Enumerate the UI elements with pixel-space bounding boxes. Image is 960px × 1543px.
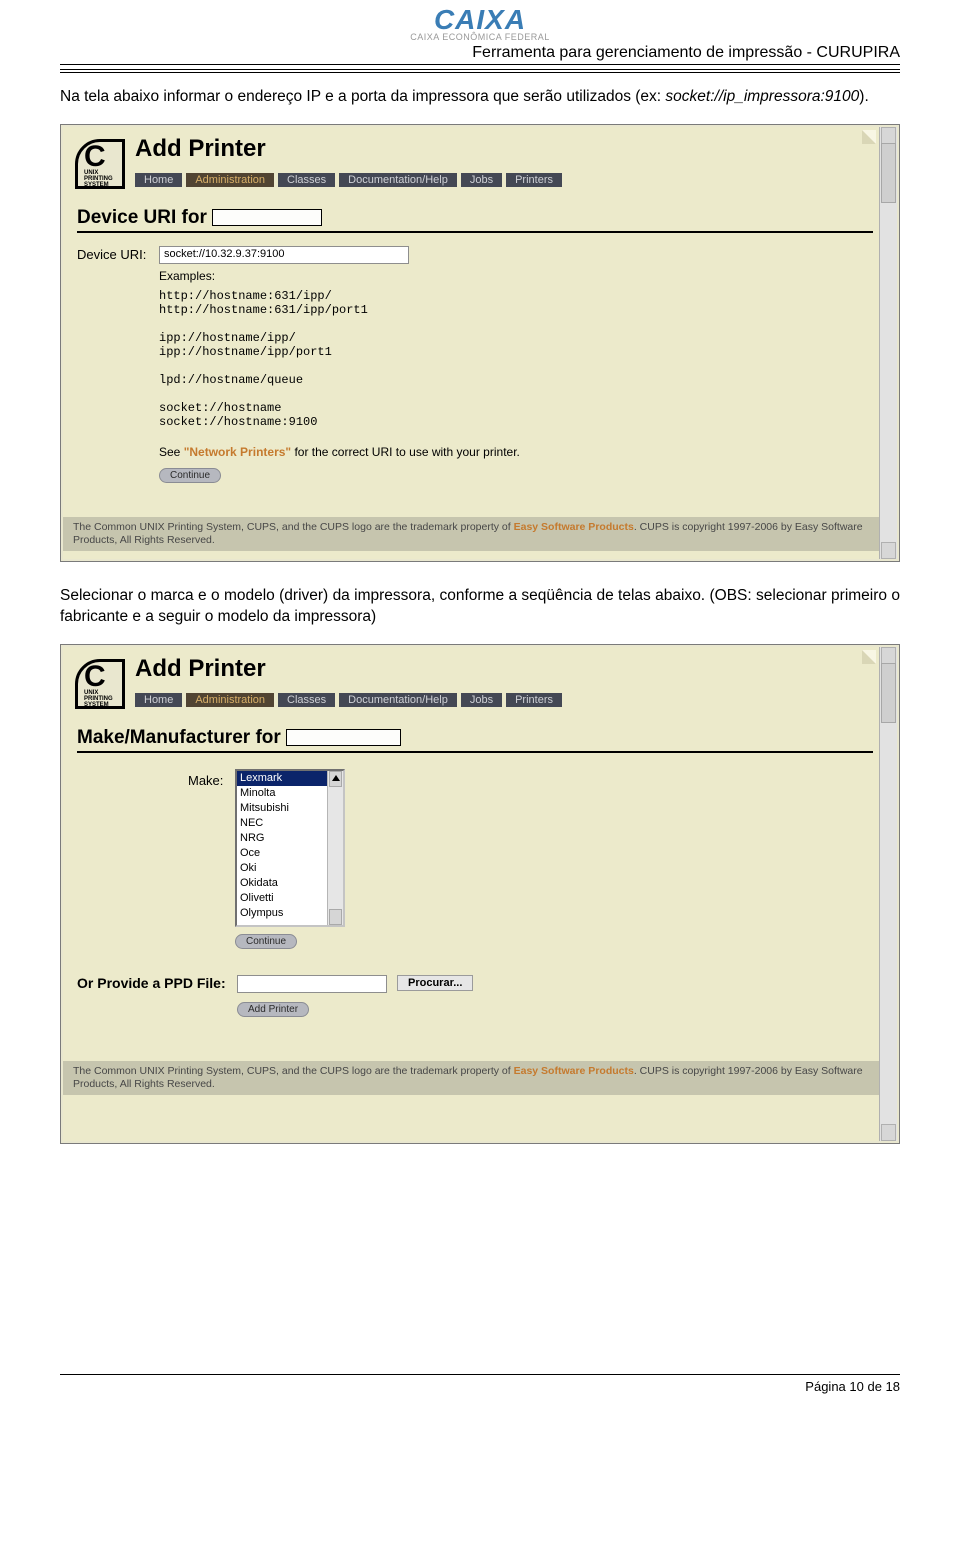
continue-button[interactable]: Continue [235, 934, 297, 949]
device-uri-label: Device URI: [77, 247, 146, 262]
nav-home[interactable]: Home [135, 693, 182, 707]
page-number: Página 10 de 18 [805, 1379, 900, 1394]
examples-list: http://hostname:631/ipp/ http://hostname… [159, 289, 368, 429]
screenshot-make-manufacturer: C UNIX PRINTING SYSTEM Add Printer Home … [60, 644, 900, 1144]
make-label: Make: [188, 773, 223, 788]
screenshot-device-uri: C UNIX PRINTING SYSTEM Add Printer Home … [60, 124, 900, 562]
cups-logo-text: UNIX PRINTING SYSTEM [84, 170, 124, 188]
scrollbar[interactable] [879, 127, 897, 559]
nav-printers[interactable]: Printers [506, 693, 562, 707]
document-title: Ferramenta para gerenciamento de impress… [60, 44, 900, 65]
network-printers-link[interactable]: "Network Printers" [184, 445, 291, 459]
document-title-text: Ferramenta para gerenciamento de impress… [472, 44, 900, 61]
cups-logo-text: UNIX PRINTING SYSTEM [84, 690, 124, 708]
nav-home[interactable]: Home [135, 173, 182, 187]
section-heading-device-uri: Device URI for [77, 207, 322, 229]
browse-button[interactable]: Procurar... [397, 975, 473, 991]
caixa-logo-subtitle: CAIXA ECONÔMICA FEDERAL [60, 32, 900, 42]
continue-button[interactable]: Continue [159, 468, 221, 483]
scrollbar[interactable] [879, 647, 897, 1141]
paragraph-1-italic: socket://ip_impressora:9100 [665, 88, 859, 105]
nav-classes[interactable]: Classes [278, 693, 335, 707]
cups-logo: C UNIX PRINTING SYSTEM [75, 659, 125, 709]
nav-administration[interactable]: Administration [186, 693, 274, 707]
cups-nav: Home Administration Classes Documentatio… [135, 693, 562, 707]
nav-jobs[interactable]: Jobs [461, 173, 502, 187]
caixa-logo-text: CAIXA [434, 6, 526, 34]
page-footer: Página 10 de 18 [60, 1374, 900, 1394]
redacted-printer-name [286, 729, 401, 746]
cups-nav: Home Administration Classes Documentatio… [135, 173, 562, 187]
nav-classes[interactable]: Classes [278, 173, 335, 187]
cups-footer: The Common UNIX Printing System, CUPS, a… [63, 1061, 879, 1095]
section-heading-make: Make/Manufacturer for [77, 727, 401, 749]
make-listbox[interactable]: Lexmark Minolta Mitsubishi NEC NRG Oce O… [235, 769, 345, 927]
page-header: CAIXA CAIXA ECONÔMICA FEDERAL Ferramenta… [0, 0, 960, 73]
cups-logo: C UNIX PRINTING SYSTEM [75, 139, 125, 189]
cups-footer: The Common UNIX Printing System, CUPS, a… [63, 517, 879, 551]
paragraph-1: Na tela abaixo informar o endereço IP e … [0, 73, 960, 118]
caixa-logo: CAIXA CAIXA ECONÔMICA FEDERAL [60, 6, 900, 42]
easy-software-link[interactable]: Easy Software Products [514, 521, 634, 533]
examples-label: Examples: [159, 269, 215, 283]
easy-software-link[interactable]: Easy Software Products [514, 1065, 634, 1077]
cups-page-title: Add Printer [135, 655, 266, 683]
cups-page-title: Add Printer [135, 135, 266, 163]
ppd-file-label: Or Provide a PPD File: [77, 975, 226, 991]
see-network-printers: See "Network Printers" for the correct U… [159, 445, 520, 459]
nav-jobs[interactable]: Jobs [461, 693, 502, 707]
ppd-file-input[interactable] [237, 975, 387, 993]
device-uri-input[interactable]: socket://10.32.9.37:9100 [159, 246, 409, 264]
paragraph-2: Selecionar o marca e o modelo (driver) d… [0, 572, 960, 638]
nav-documentation[interactable]: Documentation/Help [339, 173, 457, 187]
paragraph-1-a: Na tela abaixo informar o endereço IP e … [60, 88, 665, 105]
scroll-down-icon[interactable] [332, 915, 340, 921]
page-curl-icon [862, 650, 876, 664]
listbox-scrollbar[interactable] [327, 771, 343, 925]
page-curl-icon [862, 130, 876, 144]
paragraph-1-b: ). [859, 88, 868, 105]
nav-documentation[interactable]: Documentation/Help [339, 693, 457, 707]
nav-administration[interactable]: Administration [186, 173, 274, 187]
add-printer-button[interactable]: Add Printer [237, 1002, 309, 1017]
nav-printers[interactable]: Printers [506, 173, 562, 187]
redacted-printer-name [212, 209, 322, 226]
scroll-up-icon[interactable] [332, 775, 340, 781]
